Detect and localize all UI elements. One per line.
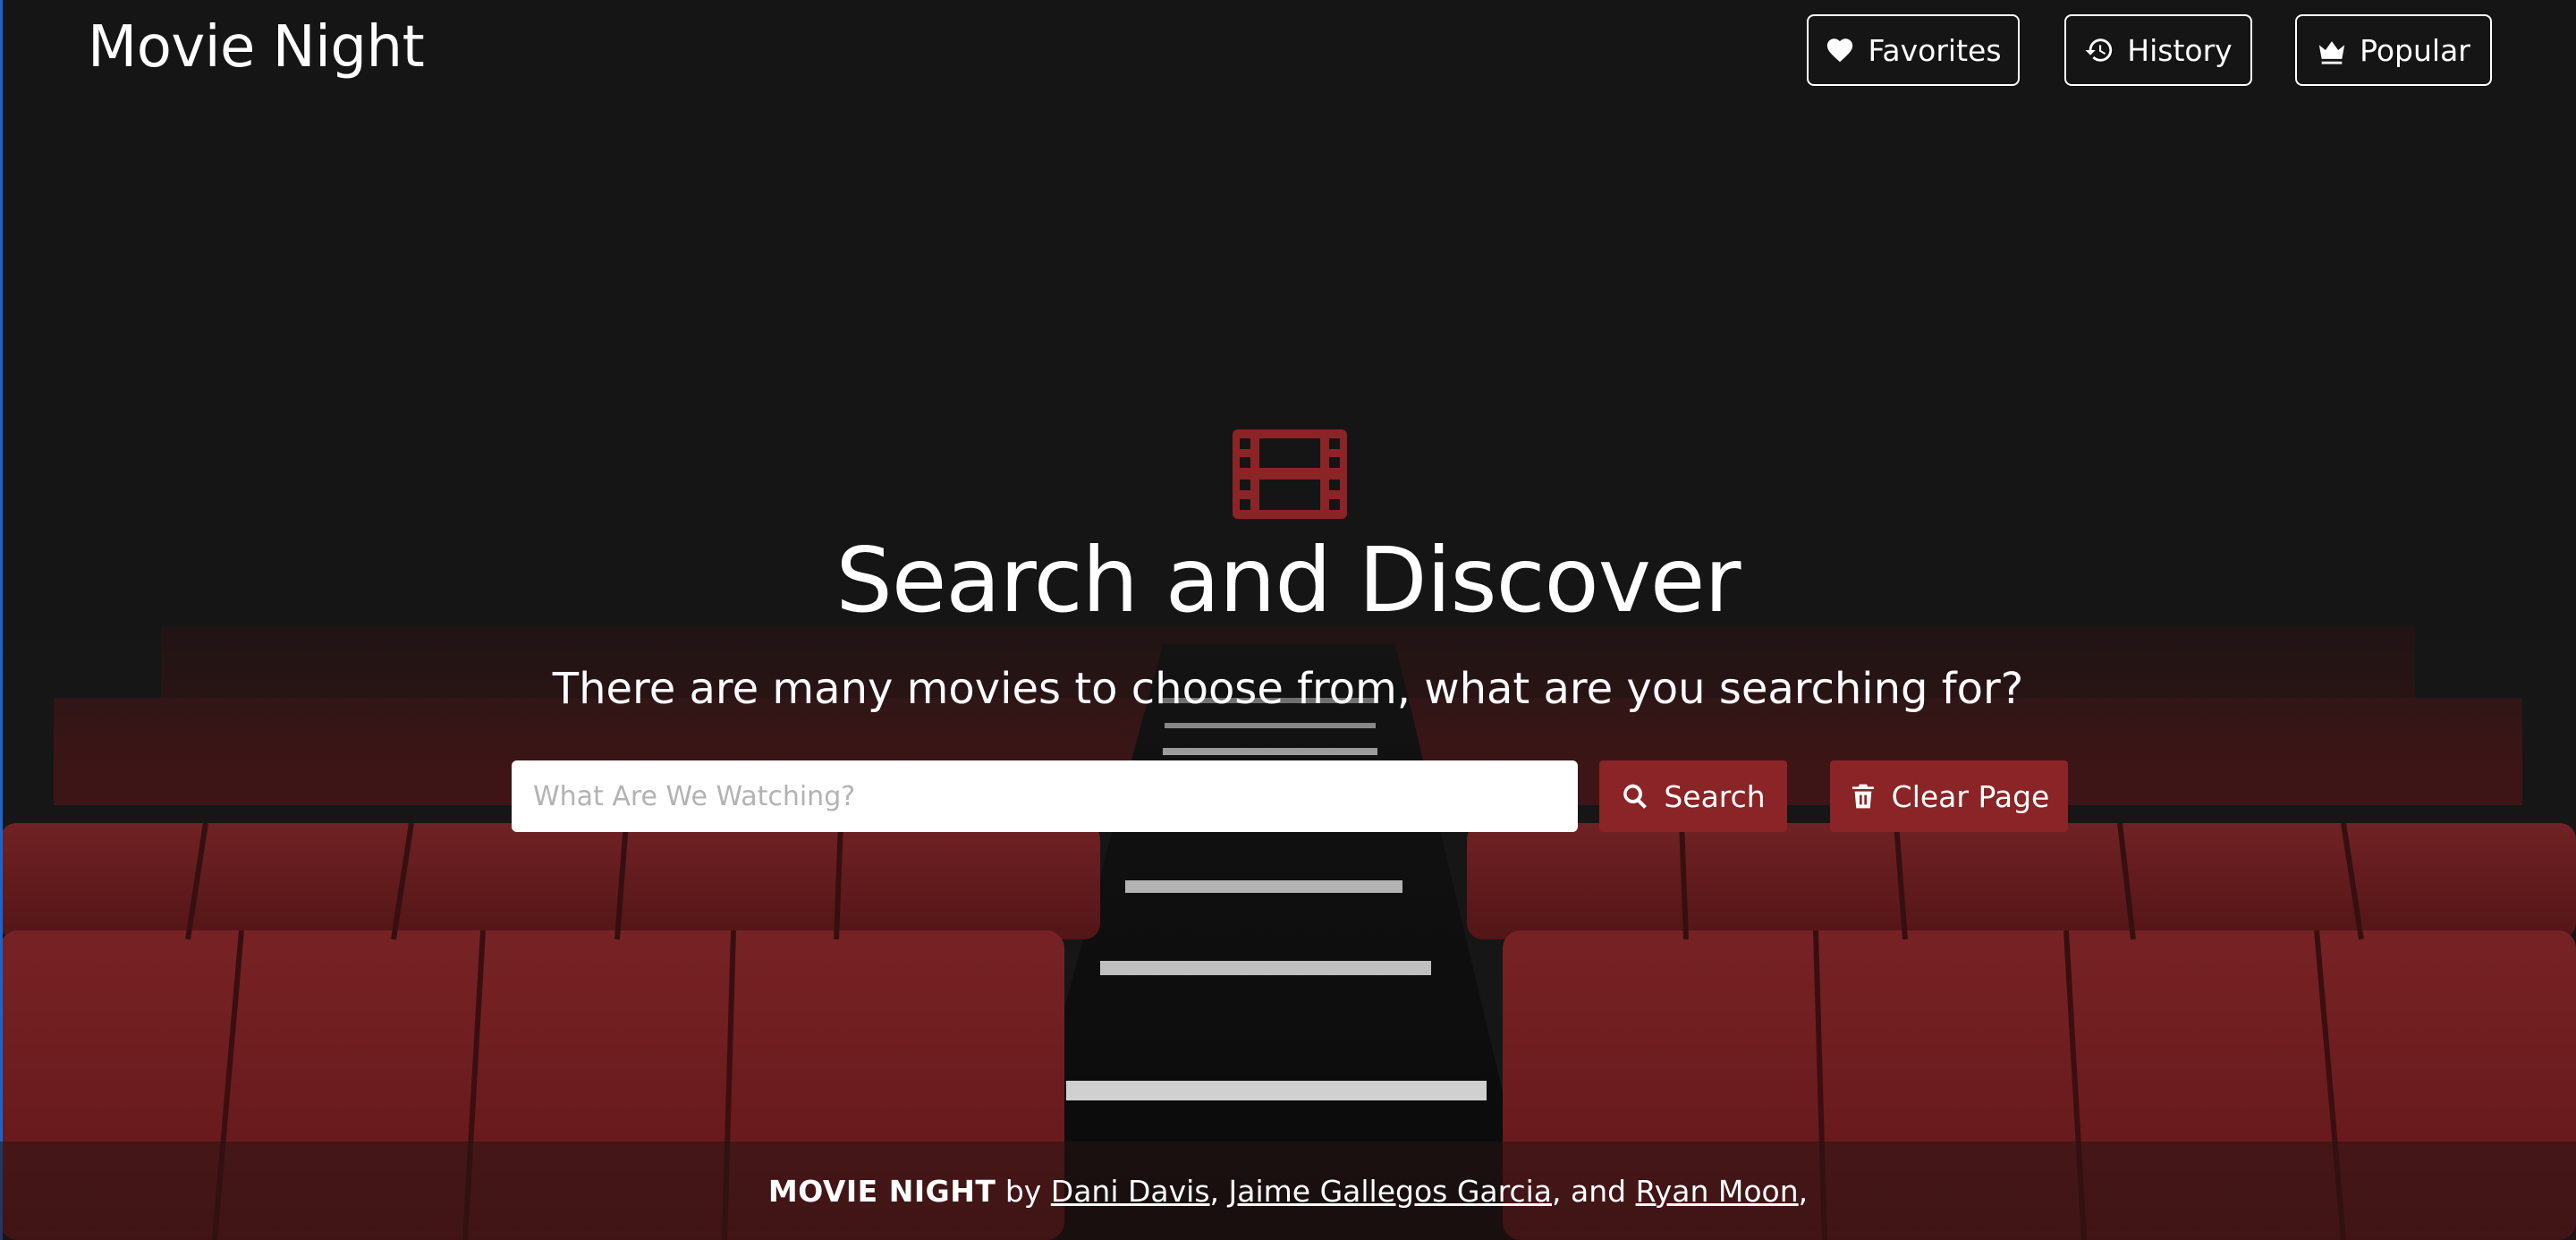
brand-title[interactable]: Movie Night bbox=[88, 14, 425, 81]
search-button[interactable]: Search bbox=[1599, 760, 1787, 832]
history-button[interactable]: History bbox=[2064, 14, 2252, 86]
history-label: History bbox=[2127, 32, 2233, 68]
favorites-label: Favorites bbox=[1868, 32, 2002, 68]
footer-separator-and: , and bbox=[1552, 1173, 1636, 1209]
author-link-dani-davis[interactable]: Dani Davis bbox=[1051, 1174, 1210, 1209]
crown-icon bbox=[2318, 41, 2345, 64]
footer: MOVIE NIGHT by Dani Davis , Jaime Galleg… bbox=[0, 1142, 2576, 1240]
author-link-jaime-gallegos-garcia[interactable]: Jaime Gallegos Garcia bbox=[1229, 1174, 1553, 1209]
popular-button[interactable]: Popular bbox=[2295, 14, 2492, 86]
history-icon bbox=[2085, 38, 2113, 62]
film-icon bbox=[1233, 429, 1347, 519]
hero-title: Search and Discover bbox=[835, 528, 1741, 633]
footer-trailing-comma: , bbox=[1798, 1173, 1809, 1209]
hero-subtitle: There are many movies to choose from, wh… bbox=[552, 664, 2024, 714]
popular-label: Popular bbox=[2360, 32, 2470, 68]
clear-page-label: Clear Page bbox=[1891, 778, 2050, 814]
favorites-button[interactable]: Favorites bbox=[1807, 14, 2020, 86]
page: Movie Night Favorites History Popular Se… bbox=[0, 0, 2576, 1240]
footer-by-text: by bbox=[996, 1173, 1051, 1209]
heart-icon bbox=[1827, 38, 1853, 63]
clear-page-button[interactable]: Clear Page bbox=[1830, 760, 2068, 832]
search-icon bbox=[1623, 784, 1648, 809]
footer-separator: , bbox=[1209, 1173, 1229, 1209]
author-link-ryan-moon[interactable]: Ryan Moon bbox=[1636, 1174, 1799, 1209]
search-input[interactable] bbox=[512, 760, 1578, 832]
footer-app-name: MOVIE NIGHT bbox=[767, 1173, 996, 1209]
search-label: Search bbox=[1664, 778, 1766, 814]
trash-icon bbox=[1852, 784, 1874, 809]
